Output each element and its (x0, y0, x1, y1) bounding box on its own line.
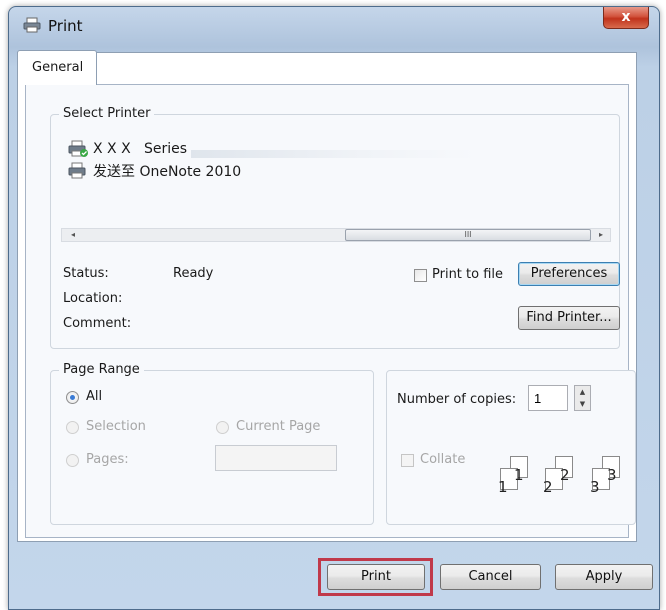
selection-radio[interactable] (66, 421, 79, 434)
preferences-button[interactable]: Preferences (518, 262, 620, 286)
all-pages-label[interactable]: All (86, 389, 102, 404)
collate-num: 2 (543, 478, 553, 496)
pages-radio[interactable] (66, 454, 79, 467)
all-pages-radio[interactable] (66, 391, 79, 404)
collate-label[interactable]: Collate (420, 452, 465, 467)
title-bar[interactable]: Print x (9, 7, 659, 45)
copies-spinner[interactable]: ▲ ▼ (574, 385, 591, 411)
printer-selection-bar (191, 150, 476, 158)
printer-list[interactable]: X X X Series 发送至 OneNote 2010 (61, 133, 609, 221)
selection-label[interactable]: Selection (86, 419, 146, 434)
scroll-left-arrow-icon[interactable]: ◂ (66, 229, 80, 241)
print-to-file-checkbox[interactable] (414, 269, 427, 282)
location-label: Location: (63, 291, 123, 306)
comment-label: Comment: (63, 316, 132, 331)
printer-name: X X X Series (93, 141, 188, 157)
window-title: Print (48, 17, 83, 35)
collate-num: 1 (498, 478, 508, 496)
cancel-button[interactable]: Cancel (440, 564, 541, 590)
print-to-file-label[interactable]: Print to file (432, 267, 503, 282)
select-printer-legend: Select Printer (59, 106, 155, 121)
status-value: Ready (173, 266, 214, 281)
scroll-right-arrow-icon[interactable]: ▸ (594, 229, 608, 241)
apply-button[interactable]: Apply (555, 564, 653, 590)
printer-item-xxx-series[interactable]: X X X Series (67, 139, 187, 159)
collate-num: 3 (607, 466, 617, 484)
copies-input[interactable] (528, 385, 568, 411)
printer-title-icon (23, 17, 41, 33)
scrollbar-thumb[interactable]: III (345, 229, 591, 241)
print-button[interactable]: Print (327, 564, 425, 590)
printer-list-scrollbar[interactable]: ◂ III ▸ (61, 228, 611, 242)
close-button[interactable]: x (603, 7, 649, 29)
collate-num: 1 (514, 466, 524, 484)
collate-num: 3 (590, 478, 600, 496)
current-page-label[interactable]: Current Page (236, 419, 320, 434)
printer-icon (68, 162, 86, 179)
find-printer-button[interactable]: Find Printer... (518, 306, 620, 330)
printer-name: 发送至 OneNote 2010 (93, 164, 242, 180)
page-range-legend: Page Range (59, 362, 144, 377)
pages-input[interactable] (215, 445, 337, 471)
printer-item-onenote[interactable]: 发送至 OneNote 2010 (67, 161, 241, 181)
number-of-copies-label: Number of copies: (397, 392, 517, 407)
pages-label[interactable]: Pages: (86, 452, 129, 467)
collate-checkbox[interactable] (401, 454, 414, 467)
current-page-radio[interactable] (216, 421, 229, 434)
printer-default-icon (68, 140, 88, 157)
status-label: Status: (63, 266, 109, 281)
collate-num: 2 (560, 466, 570, 484)
tab-general[interactable]: General (17, 50, 97, 85)
